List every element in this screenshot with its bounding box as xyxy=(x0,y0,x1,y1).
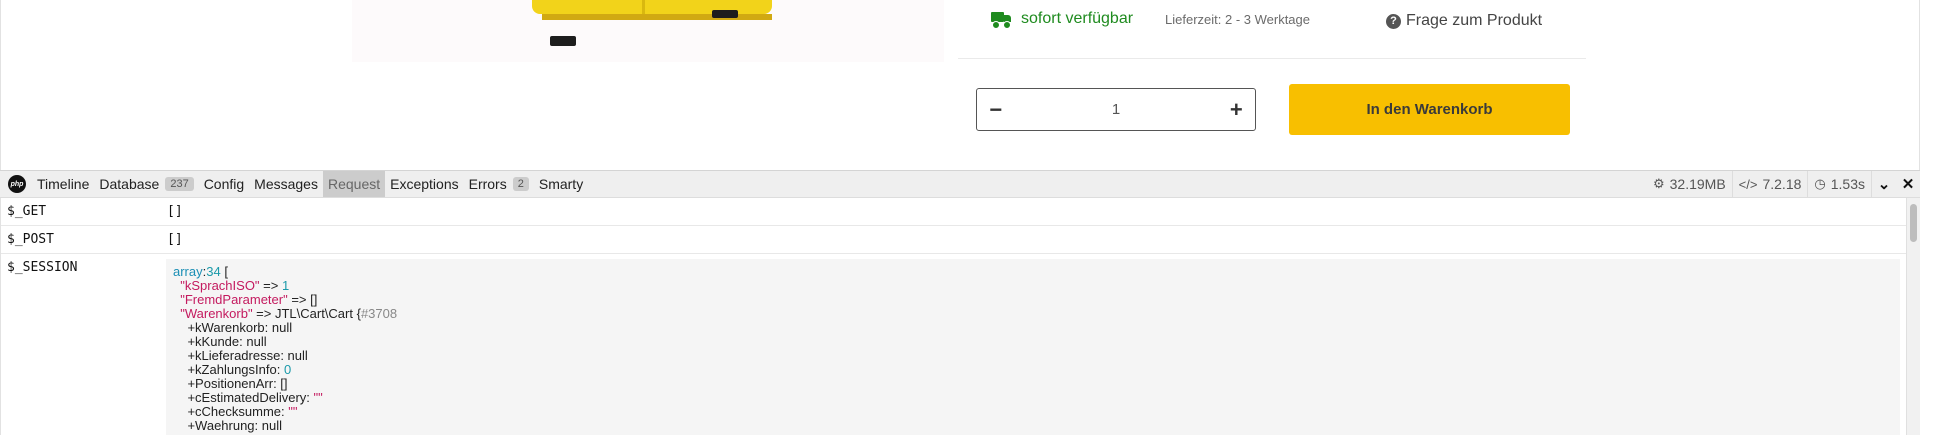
variable-name: $_POST xyxy=(7,232,54,247)
add-to-cart-button[interactable]: In den Warenkorb xyxy=(1289,84,1570,135)
window-edge xyxy=(1920,0,1933,435)
variable-name: $_SESSION xyxy=(7,260,78,275)
dump-value: => [] xyxy=(287,292,318,307)
quantity-input[interactable] xyxy=(1014,100,1218,119)
tab-errors[interactable]: Errors 2 xyxy=(464,171,534,197)
query-count-badge: 237 xyxy=(165,177,194,191)
dump-key: "kSprachISO" xyxy=(180,278,260,293)
tab-config[interactable]: Config xyxy=(199,171,249,197)
tab-label: Exceptions xyxy=(390,176,459,192)
php-logo-text: php xyxy=(8,175,26,193)
delivery-time: Lieferzeit: 2 - 3 Werktage xyxy=(1165,12,1310,27)
table-row: $_POST [] xyxy=(1,225,1907,254)
code-icon: </> xyxy=(1738,176,1758,192)
tab-exceptions[interactable]: Exceptions xyxy=(385,171,463,197)
increase-quantity-button[interactable]: + xyxy=(1218,89,1256,130)
scrollbar[interactable] xyxy=(1906,198,1920,435)
dump-prop: +cChecksumme: xyxy=(187,404,289,419)
close-icon[interactable]: ✕ xyxy=(1896,171,1920,197)
dump-value: "" xyxy=(313,390,323,405)
dump-prop: +PositionenArr: [] xyxy=(187,376,288,391)
php-logo-icon[interactable]: php xyxy=(6,171,28,197)
tab-label: Database xyxy=(99,176,160,192)
decrease-quantity-button[interactable]: − xyxy=(977,89,1015,130)
divider xyxy=(958,58,1586,59)
tab-messages[interactable]: Messages xyxy=(249,171,323,197)
request-duration[interactable]: ◷ 1.53s xyxy=(1808,171,1872,197)
variable-name: $_GET xyxy=(7,204,47,219)
cogs-icon: ⚙ xyxy=(1652,176,1665,191)
dump-bracket: [ xyxy=(220,264,228,279)
dump-value: 0 xyxy=(283,362,292,377)
dump-prop: +kWarenkorb: null xyxy=(187,320,293,335)
tab-database[interactable]: Database 237 xyxy=(94,171,198,197)
tab-timeline[interactable]: Timeline xyxy=(32,171,94,197)
error-count-badge: 2 xyxy=(512,177,529,191)
tab-request[interactable]: Request xyxy=(322,171,386,197)
dump-value: 1 xyxy=(281,278,290,293)
dump-prop: +kKunde: null xyxy=(187,334,267,349)
dump-arrow: => xyxy=(259,278,282,293)
tab-label: Timeline xyxy=(37,176,90,192)
dump-prop: +kLieferadresse: null xyxy=(187,348,308,363)
memory-usage[interactable]: ⚙ 32.19MB xyxy=(1647,171,1733,197)
table-row: $_GET [] xyxy=(1,198,1907,226)
truck-icon xyxy=(991,12,1011,29)
variable-value: [] xyxy=(167,232,183,247)
debug-bar: php Timeline Database 237 Config Messages… xyxy=(0,170,1920,198)
product-question-label: Frage zum Produkt xyxy=(1406,12,1543,29)
tab-label: Messages xyxy=(254,176,318,192)
memory-value: 32.19MB xyxy=(1669,176,1726,192)
page-frame xyxy=(0,0,1920,170)
dump-prop: +kZahlungsInfo: xyxy=(187,362,284,377)
product-image xyxy=(352,0,944,62)
question-circle-icon: ? xyxy=(1386,13,1401,29)
variable-value: [] xyxy=(167,204,183,219)
tab-label: Errors xyxy=(468,176,507,192)
chevron-down-icon[interactable]: ⌄ xyxy=(1872,171,1896,197)
product-image-foot xyxy=(712,10,738,18)
tab-smarty[interactable]: Smarty xyxy=(534,171,588,197)
availability-label: sofort verfügbar xyxy=(1021,10,1134,27)
session-dump[interactable]: array:34 [ "kSprachISO" => 1 "FremdParam… xyxy=(166,259,1900,435)
tab-label: Smarty xyxy=(538,176,584,192)
php-version-value: 7.2.18 xyxy=(1762,176,1802,192)
dump-type: array xyxy=(173,264,203,279)
debug-bar-stats: ⚙ 32.19MB </> 7.2.18 ◷ 1.53s ⌄ ✕ xyxy=(1647,171,1920,197)
quantity-stepper: − + xyxy=(976,88,1256,131)
tab-label: Request xyxy=(327,176,381,192)
product-image-foot xyxy=(550,36,576,46)
dump-key: "FremdParameter" xyxy=(180,292,288,307)
availability-status: sofort verfügbar xyxy=(991,10,1134,29)
dump-key: "Warenkorb" xyxy=(180,306,253,321)
tab-label: Config xyxy=(203,176,245,192)
duration-value: 1.53s xyxy=(1830,176,1865,192)
dump-count: 34 xyxy=(206,264,221,279)
clock-icon: ◷ xyxy=(1814,176,1826,191)
dump-value: "" xyxy=(288,404,298,419)
dump-value: => JTL\Cart\Cart { xyxy=(252,306,361,321)
dump-prop: +cEstimatedDelivery: xyxy=(187,390,314,405)
product-detail-section: sofort verfügbar Lieferzeit: 2 - 3 Werkt… xyxy=(0,0,1933,170)
dump-ref: #3708 xyxy=(360,306,398,321)
scrollbar-thumb[interactable] xyxy=(1910,204,1917,242)
dump-prop: +Waehrung: null xyxy=(187,418,283,433)
product-question-link[interactable]: ? Frage zum Produkt xyxy=(1386,12,1542,30)
php-version[interactable]: </> 7.2.18 xyxy=(1733,171,1809,197)
